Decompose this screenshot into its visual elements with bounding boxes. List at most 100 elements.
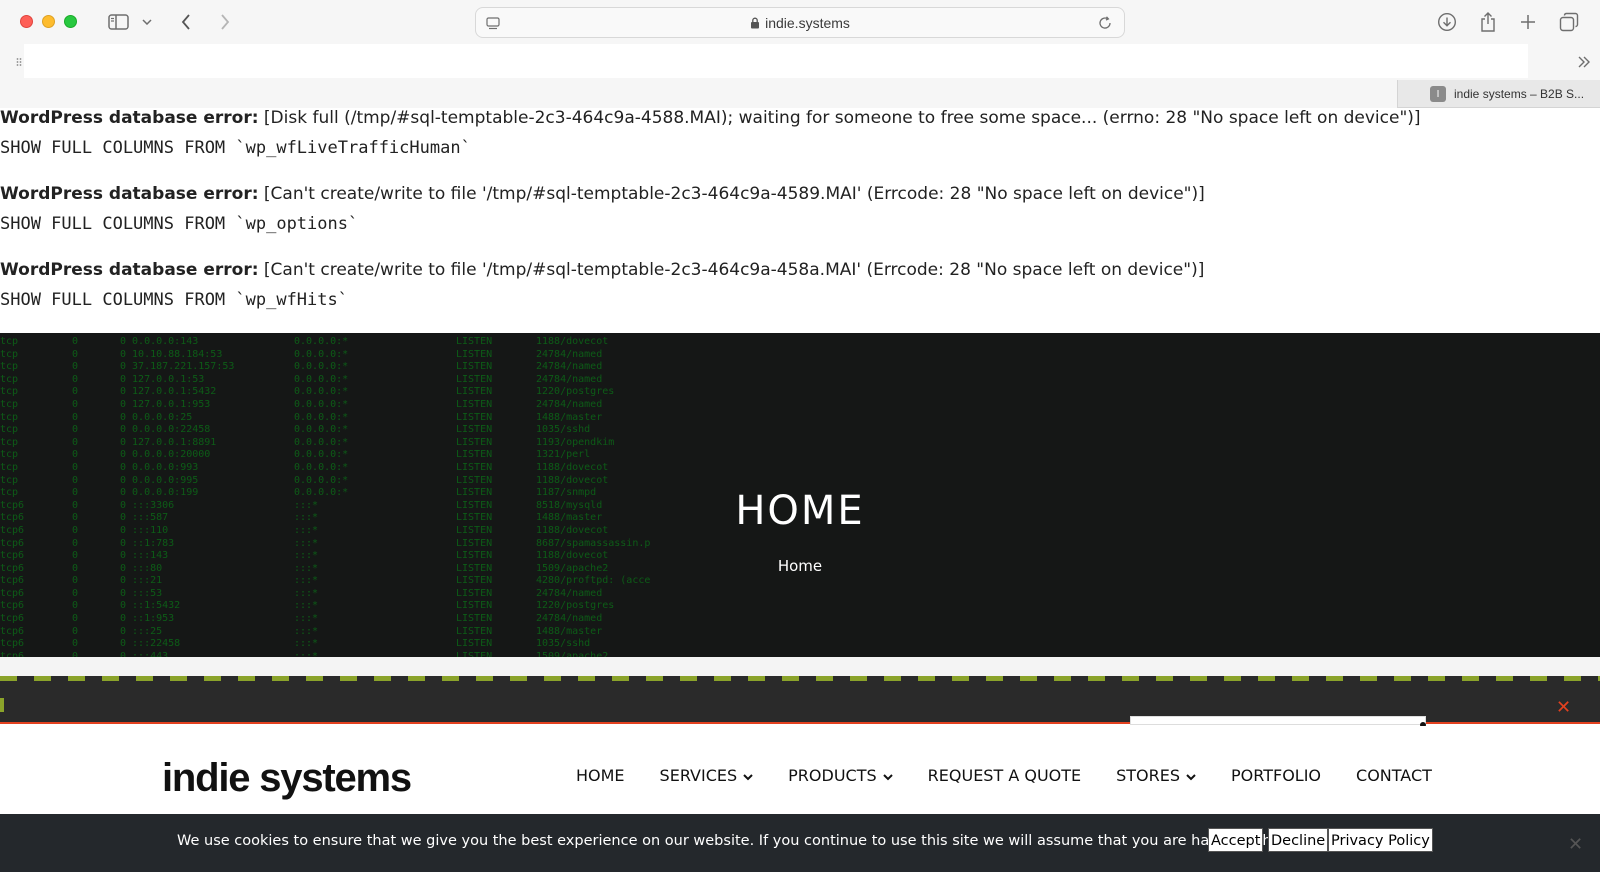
breadcrumb[interactable]: Home <box>0 557 1600 575</box>
nav-label: STORES <box>1116 766 1181 785</box>
terminal-cell: LISTEN <box>456 336 493 347</box>
terminal-cell: tcp <box>0 373 19 385</box>
terminal-cell: 1488/master <box>536 411 603 423</box>
terminal-cell: 24784/named <box>536 613 603 625</box>
terminal-cell: tcp <box>0 336 19 347</box>
cookie-message: We use cookies to ensure that we give yo… <box>177 833 1291 849</box>
error-query: SHOW FULL COLUMNS FROM `wp_options` <box>0 214 359 234</box>
terminal-cell: 1188/dovecot <box>536 461 609 473</box>
terminal-cell: 0 <box>72 625 79 637</box>
terminal-cell: 1188/dovecot <box>536 336 609 347</box>
terminal-row: tcp 0 0 0.0.0.0:22458 0.0.0.0:* LISTEN 1035/s… <box>0 424 706 437</box>
nav-label: PRODUCTS <box>788 766 877 785</box>
terminal-cell: tcp6 <box>0 537 25 549</box>
terminal-cell: 0 <box>72 449 79 461</box>
error-message: [Disk full (/tmp/#sql-temptable-2c3-464c… <box>263 108 1421 128</box>
terminal-cell: 4280/proftpd: (acce <box>536 575 651 587</box>
spacer-strip <box>0 657 1600 676</box>
error-query: SHOW FULL COLUMNS FROM `wp_wfHits` <box>0 290 348 310</box>
chevron-down-icon <box>1186 766 1196 785</box>
terminal-cell: LISTEN <box>456 436 493 448</box>
terminal-cell: tcp <box>0 474 19 486</box>
terminal-cell: :::* <box>294 575 319 587</box>
terminal-cell: LISTEN <box>456 625 493 637</box>
terminal-cell: 0 37.187.221.157:53 <box>120 361 235 373</box>
tab-strip: I indie systems – B2B S... <box>0 80 1600 108</box>
more-chevrons-icon[interactable] <box>1576 50 1592 74</box>
decline-button[interactable]: Decline <box>1268 828 1329 852</box>
privacy-policy-button[interactable]: Privacy Policy <box>1328 828 1433 852</box>
terminal-cell: tcp <box>0 449 19 461</box>
tab-indie-systems[interactable]: I indie systems – B2B S... <box>1404 80 1600 108</box>
close-window-button[interactable] <box>20 15 33 28</box>
site-logo[interactable]: indie systems <box>162 756 412 801</box>
terminal-cell: 0 0.0.0.0:995 <box>120 474 199 486</box>
drag-handle-icon[interactable] <box>14 50 24 74</box>
new-tab-icon[interactable] <box>1518 10 1538 34</box>
nav-item-contact[interactable]: CONTACT <box>1356 766 1432 785</box>
nav-label: PORTFOLIO <box>1231 766 1322 785</box>
terminal-cell: 0 127.0.0.1:53 <box>120 373 205 385</box>
terminal-cell: :::* <box>294 638 319 650</box>
terminal-cell: tcp6 <box>0 575 25 587</box>
favicon-icon: I <box>1430 86 1446 102</box>
terminal-row: tcp 0 0 127.0.0.1:8891 0.0.0.0:* LISTEN 1193/… <box>0 437 706 450</box>
share-icon[interactable] <box>1478 10 1498 34</box>
terminal-cell: 24784/named <box>536 348 603 360</box>
nav-item-stores[interactable]: STORES <box>1116 766 1196 785</box>
tab-overview-icon[interactable] <box>1558 10 1580 34</box>
nav-item-portfolio[interactable]: PORTFOLIO <box>1231 766 1321 785</box>
terminal-cell: 0.0.0.0:* <box>294 386 349 398</box>
tab-title: indie systems – B2B S... <box>1454 87 1585 101</box>
reload-icon[interactable] <box>1096 11 1114 35</box>
nav-item-request-a-quote[interactable]: REQUEST A QUOTE <box>928 766 1081 785</box>
terminal-cell: LISTEN <box>456 424 493 436</box>
nav-item-products[interactable]: PRODUCTS <box>788 766 893 785</box>
lock-icon <box>750 16 760 32</box>
terminal-cell: LISTEN <box>456 411 493 423</box>
nav-item-services[interactable]: SERVICES <box>660 766 754 785</box>
terminal-cell: LISTEN <box>456 587 493 599</box>
terminal-cell: 8687/spamassassin.p <box>536 537 651 549</box>
close-icon[interactable]: ✕ <box>1568 834 1583 855</box>
nav-label: SERVICES <box>659 766 738 785</box>
terminal-cell: LISTEN <box>456 638 493 650</box>
terminal-cell: 1035/sshd <box>536 638 591 650</box>
terminal-cell: 0 <box>72 474 79 486</box>
terminal-row: tcp6 0 0 :::25:::* LISTEN 1488/master <box>0 626 706 639</box>
terminal-cell: tcp6 <box>0 587 25 599</box>
terminal-cell: tcp6 <box>0 600 25 612</box>
terminal-cell: 0 127.0.0.1:5432 <box>120 386 217 398</box>
terminal-cell: 0 <box>72 373 79 385</box>
zoom-window-button[interactable] <box>64 15 77 28</box>
minimize-window-button[interactable] <box>42 15 55 28</box>
back-arrow-icon[interactable] <box>178 10 194 34</box>
terminal-row: tcp 0 0 0.0.0.0:993 0.0.0.0:* LISTEN 1188/dov… <box>0 462 706 475</box>
chevron-down-icon[interactable] <box>140 10 154 34</box>
hero-banner: tcp 0 0 0.0.0.0:143 0.0.0.0:* LISTEN 1188/dov… <box>0 333 1600 657</box>
terminal-cell: 0 <box>72 361 79 373</box>
terminal-cell: 0.0.0.0:* <box>294 361 349 373</box>
error-list: WordPress database error: [Disk full (/t… <box>0 108 1600 336</box>
tab-blank[interactable] <box>0 80 1398 108</box>
forward-arrow-icon[interactable] <box>217 10 233 34</box>
notice-field[interactable] <box>1130 716 1426 725</box>
sidebar-toggle-icon[interactable] <box>106 10 130 34</box>
terminal-cell: LISTEN <box>456 386 493 398</box>
terminal-cell: LISTEN <box>456 348 493 360</box>
download-icon[interactable] <box>1436 10 1458 34</box>
nav-label: REQUEST A QUOTE <box>927 766 1082 785</box>
accept-button[interactable]: Accept <box>1208 828 1264 852</box>
nav-item-home[interactable]: HOME <box>576 766 625 785</box>
terminal-row: tcp 0 0 0.0.0.0:995 0.0.0.0:* LISTEN 1188/dov… <box>0 475 706 488</box>
terminal-row: tcp6 0 0 :::21:::* LISTEN 4280/proftpd: (acc… <box>0 575 706 588</box>
terminal-row: tcp6 0 0 ::1:953:::* LISTEN 24784/named <box>0 613 706 626</box>
terminal-cell: 1321/perl <box>536 449 591 461</box>
terminal-cell: tcp <box>0 424 19 436</box>
close-icon[interactable]: ✕ <box>1556 698 1571 716</box>
error-message-line: WordPress database error: [Disk full (/t… <box>0 108 1421 128</box>
address-bar[interactable]: indie.systems <box>475 7 1125 38</box>
terminal-row: tcp 0 0 127.0.0.1:953 0.0.0.0:* LISTEN 24784/… <box>0 399 706 412</box>
terminal-cell: 0 127.0.0.1:953 <box>120 398 211 410</box>
dashed-border-left <box>0 698 4 712</box>
